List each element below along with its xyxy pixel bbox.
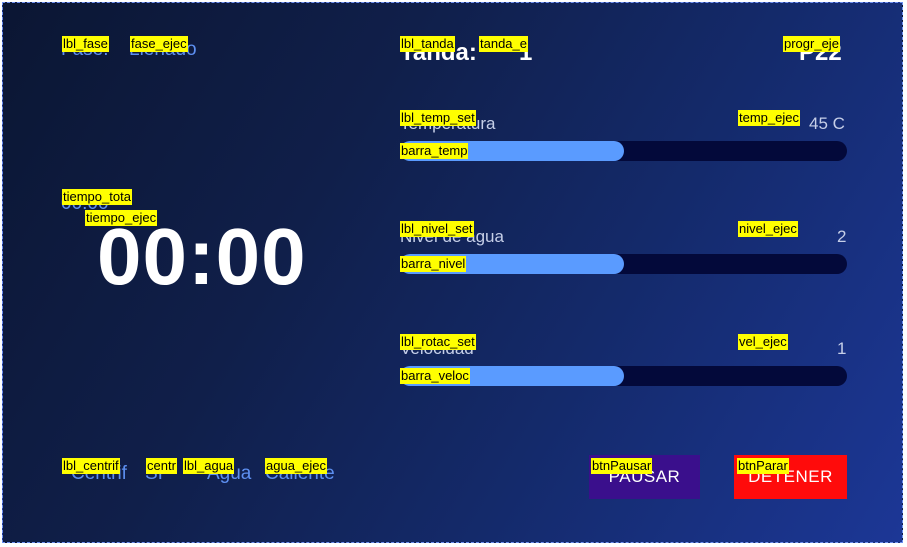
- temperature-value: 45 C: [809, 114, 845, 133]
- tag-barra-nivel: barra_nivel: [400, 256, 467, 272]
- tag-lbl-fase: lbl_fase: [62, 36, 109, 52]
- tag-tanda-e: tanda_e: [479, 36, 528, 52]
- tag-fase-ejec: fase_ejec: [130, 36, 188, 52]
- water-level-bar: [400, 254, 847, 274]
- tag-vel-ejec: vel_ejec: [738, 334, 788, 350]
- tag-tiempo-ejec: tiempo_ejec: [85, 210, 158, 226]
- tag-lbl-rotac-set: lbl_rotac_set: [400, 334, 476, 350]
- tag-lbl-temp-set: lbl_temp_set: [400, 110, 476, 126]
- tag-centr: centr: [146, 458, 177, 474]
- tag-progr-eje: progr_eje: [783, 36, 840, 52]
- washer-panel: Fase: Llenado Tanda: 1 P22 Temperatura 4…: [2, 2, 903, 543]
- tag-lbl-tanda: lbl_tanda: [400, 36, 455, 52]
- tag-lbl-centrif: lbl_centrif: [62, 458, 120, 474]
- tag-btn-pausar: btnPausar: [591, 458, 653, 474]
- tag-lbl-nivel-set: lbl_nivel_set: [400, 221, 474, 237]
- tag-btn-parar: btnParar: [737, 458, 789, 474]
- tag-tiempo-tota: tiempo_tota: [62, 189, 132, 205]
- tag-barra-veloc: barra_veloc: [400, 368, 470, 384]
- water-level-value: 2: [837, 227, 847, 246]
- tag-temp-ejec: temp_ejec: [738, 110, 800, 126]
- tag-lbl-agua: lbl_agua: [183, 458, 235, 474]
- tag-agua-ejec: agua_ejec: [265, 458, 327, 474]
- tag-barra-temp: barra_temp: [400, 143, 469, 159]
- tag-nivel-ejec: nivel_ejec: [738, 221, 798, 237]
- speed-value: 1: [837, 339, 847, 358]
